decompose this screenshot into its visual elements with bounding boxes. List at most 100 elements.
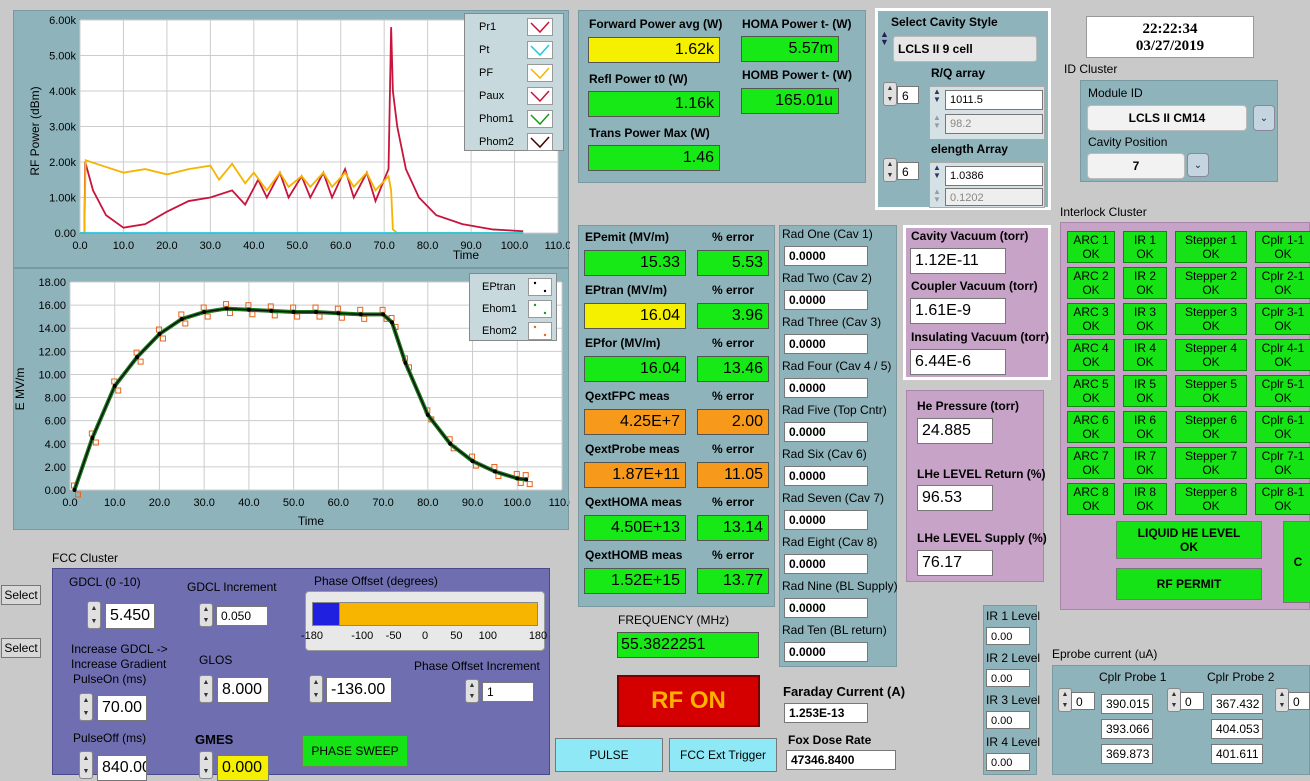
- refl-power-value: 1.16k: [588, 91, 720, 117]
- el-arrows-icon[interactable]: ▲ ▼: [933, 164, 941, 180]
- e-point-eptran: [390, 320, 395, 325]
- rf-ytick: 6.00k: [49, 15, 76, 27]
- interlock-cell: IR 7 OK: [1123, 447, 1167, 479]
- phase-tick-label: 100: [478, 630, 497, 642]
- interlock-cell: ARC 3 OK: [1067, 303, 1115, 335]
- el-index-field[interactable]: 6: [897, 162, 919, 180]
- interlock-cell: Cplr 4-1 OK: [1255, 339, 1310, 371]
- vacuum-panel: Cavity Vacuum (torr) 1.12E-11 Coupler Va…: [903, 225, 1051, 380]
- gdcl-field[interactable]: 5.450: [105, 603, 155, 629]
- interlock-cell-status: OK: [1136, 499, 1154, 513]
- interlock-cell-name: IR 2: [1133, 269, 1156, 283]
- probe2-spinner[interactable]: ▲ ▼: [1167, 688, 1181, 712]
- rf-legend-swatch: [527, 87, 553, 105]
- module-id-dropdown-icon[interactable]: ⌄: [1253, 105, 1275, 131]
- e-legend: EPtran Ehom1 Ehom2: [469, 273, 557, 341]
- interlock-cell: ARC 2 OK: [1067, 267, 1115, 299]
- rq-index-field[interactable]: 6: [897, 86, 919, 104]
- interlock-cell-name: Stepper 5: [1184, 377, 1238, 391]
- interlock-cell: Cplr 3-1 OK: [1255, 303, 1310, 335]
- glos-field[interactable]: 8.000: [217, 677, 269, 703]
- ep-row-error-value: 13.14: [697, 515, 769, 541]
- phase-increment-field[interactable]: 1: [482, 682, 534, 702]
- pulseon-spinner[interactable]: ▲ ▼: [79, 693, 93, 721]
- interlock-cell-status: OK: [1136, 283, 1154, 297]
- pulseon-field[interactable]: 70.00: [97, 695, 147, 721]
- e-point-eptran: [246, 307, 251, 312]
- rf-on-button[interactable]: RF ON: [617, 675, 760, 727]
- e-xtick: 10.0: [104, 497, 125, 509]
- el-arrows-icon-2[interactable]: ▲ ▼: [933, 188, 941, 204]
- homa-power-value: 5.57m: [741, 36, 839, 62]
- rq-value-1[interactable]: 1011.5: [945, 90, 1043, 110]
- rq-index-spinner[interactable]: ▲ ▼: [883, 82, 897, 106]
- el-index-spinner[interactable]: ▲ ▼: [883, 158, 897, 182]
- cavity-style-arrows-icon[interactable]: ▲ ▼: [880, 30, 889, 47]
- interlock-cell: Stepper 6 OK: [1175, 411, 1247, 443]
- lhe-return-value: 96.53: [917, 485, 993, 511]
- frequency-value: 55.3822251: [617, 632, 759, 658]
- phase-offset-field[interactable]: -136.00: [326, 677, 392, 703]
- interlock-cell: IR 1 OK: [1123, 231, 1167, 263]
- probe3-spinner[interactable]: ▲ ▼: [1275, 688, 1289, 712]
- rf-legend-label: Pr1: [479, 21, 497, 33]
- gdcl-spinner[interactable]: ▲ ▼: [87, 601, 101, 629]
- phase-value-spinner[interactable]: ▲ ▼: [309, 675, 323, 703]
- pulse-button[interactable]: PULSE: [555, 738, 663, 772]
- e-xlabel: Time: [298, 514, 325, 528]
- phase-tick-label: 0: [421, 630, 429, 642]
- rq-arrows-icon-2[interactable]: ▲ ▼: [933, 114, 941, 130]
- rad-label: Rad Seven (Cav 7): [782, 491, 885, 505]
- ep-row-label: QextFPC meas: [585, 389, 670, 403]
- el-value-2[interactable]: 0.1202: [945, 188, 1043, 206]
- rf-legend: Pr1 Pt PF Paux Phom1 Phom2: [464, 13, 564, 151]
- pulseoff-field[interactable]: 840.00: [97, 755, 147, 781]
- e-point-eptran: [470, 459, 475, 464]
- ep-row-value: 4.50E+13: [584, 515, 686, 541]
- fcc-ext-trigger-button[interactable]: FCC Ext Trigger: [669, 738, 777, 772]
- select-button-2[interactable]: Select: [1, 638, 41, 658]
- interlock-cell-name: ARC 8: [1073, 485, 1109, 499]
- rq-arrows-icon[interactable]: ▲ ▼: [933, 88, 941, 104]
- glos-spinner[interactable]: ▲ ▼: [199, 675, 213, 703]
- e-ytick: 12.00: [38, 346, 66, 358]
- rf-xtick: 50.0: [287, 240, 308, 252]
- select-button-1[interactable]: Select: [1, 585, 41, 605]
- e-xtick: 80.0: [417, 497, 438, 509]
- rq-value-2[interactable]: 98.2: [945, 114, 1043, 134]
- probe1-spinner[interactable]: ▲ ▼: [1058, 688, 1072, 712]
- probe2-value-2: 404.053: [1211, 719, 1263, 739]
- gdcl-increment-spinner[interactable]: ▲ ▼: [199, 603, 213, 627]
- e-ytick: 4.00: [45, 439, 66, 451]
- trans-power-value: 1.46: [588, 145, 720, 171]
- interlock-cell-name: IR 1: [1133, 233, 1156, 247]
- probe1-index[interactable]: 0: [1071, 692, 1095, 710]
- phase-offset-slider[interactable]: -180 -100 -50 0 50 100 180: [301, 591, 547, 651]
- interlock-cell-status: OK: [1274, 427, 1292, 441]
- e-point-eptran: [179, 316, 184, 321]
- interlock-cell-status: OK: [1202, 283, 1220, 297]
- cavity-position-dropdown-icon[interactable]: ⌄: [1187, 153, 1209, 177]
- probe3-index[interactable]: 0: [1288, 692, 1310, 710]
- ep-row-error-label: % error: [712, 442, 755, 456]
- module-id-field[interactable]: LCLS II CM14: [1087, 105, 1247, 131]
- el-value-1[interactable]: 1.0386: [945, 166, 1043, 186]
- e-legend-label: Ehom1: [482, 303, 517, 315]
- cavity-position-field[interactable]: 7: [1087, 153, 1185, 179]
- e-ytick: 18.00: [38, 277, 66, 289]
- cavity-vacuum-label: Cavity Vacuum (torr): [911, 229, 1029, 243]
- phase-sweep-button[interactable]: PHASE SWEEP: [302, 735, 408, 767]
- clock-time: 22:22:34: [1142, 21, 1198, 37]
- homa-power-label: HOMA Power t- (W): [742, 17, 852, 31]
- ep-row-label: EPemit (MV/m): [585, 230, 670, 244]
- phase-tick-label: -100: [351, 630, 374, 642]
- phase-increment-spinner[interactable]: ▲ ▼: [465, 679, 479, 703]
- interlock-cell-status: OK: [1136, 319, 1154, 333]
- probe2-index[interactable]: 0: [1180, 692, 1204, 710]
- rad-value: 0.0000: [784, 378, 868, 398]
- rf-legend-item: PF: [465, 64, 563, 84]
- cavity-style-select[interactable]: LCLS II 9 cell: [893, 36, 1037, 62]
- ep-row-error-value: 2.00: [697, 409, 769, 435]
- gdcl-increment-field[interactable]: 0.050: [216, 606, 268, 626]
- e-xtick: 50.0: [283, 497, 304, 509]
